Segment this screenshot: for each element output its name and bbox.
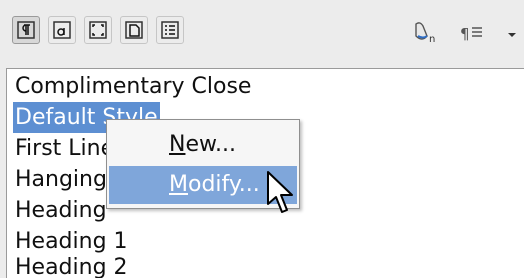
list-styles-icon xyxy=(161,21,179,39)
character-styles-icon xyxy=(53,21,71,39)
new-style-from-selection-button[interactable]: ¶ xyxy=(458,20,494,46)
page-styles-button[interactable] xyxy=(120,16,148,44)
fill-format-mode-button[interactable]: n xyxy=(410,20,438,46)
dropdown-arrow-icon xyxy=(508,33,516,37)
list-item[interactable]: Heading 2 xyxy=(15,252,128,278)
new-style-from-selection-icon: ¶ xyxy=(460,25,482,43)
styles-toolbar: n ¶ xyxy=(0,0,524,68)
character-styles-button[interactable] xyxy=(48,16,76,44)
list-item[interactable]: Complimentary Close xyxy=(15,71,251,102)
svg-text:¶: ¶ xyxy=(460,25,470,43)
menu-item-new[interactable]: New... xyxy=(109,126,297,164)
fill-format-mode-icon: n xyxy=(415,22,435,45)
paragraph-styles-icon xyxy=(17,21,35,39)
frame-styles-button[interactable] xyxy=(84,16,112,44)
toolbar-dropdown-button[interactable] xyxy=(506,26,518,38)
frame-styles-icon xyxy=(89,21,107,39)
mouse-pointer-icon xyxy=(266,170,294,220)
list-item[interactable]: Heading xyxy=(15,195,107,226)
menu-item-new-mnemonic: N xyxy=(169,132,186,157)
page-styles-icon xyxy=(125,21,143,39)
menu-item-modify-mnemonic: M xyxy=(169,172,188,197)
list-styles-button[interactable] xyxy=(156,16,184,44)
menu-item-new-label: ew... xyxy=(185,132,236,157)
svg-text:n: n xyxy=(429,34,435,45)
menu-item-modify-label: odify... xyxy=(187,172,260,197)
paragraph-styles-button[interactable] xyxy=(12,16,40,44)
